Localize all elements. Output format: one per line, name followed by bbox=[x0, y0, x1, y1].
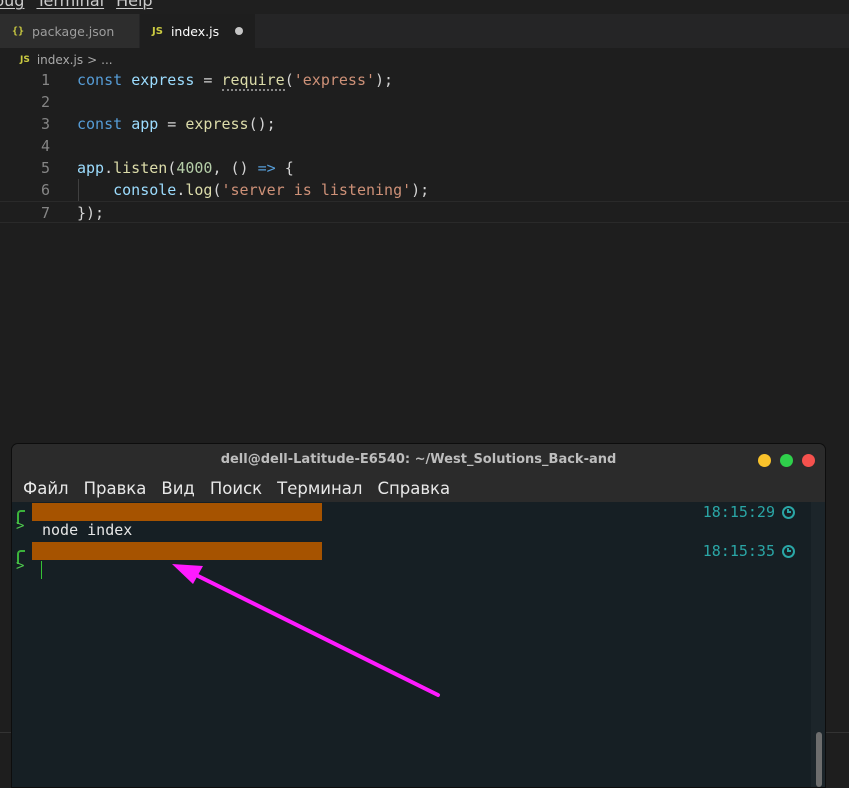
code-token: ( bbox=[284, 71, 294, 89]
code-token: 'server is listening' bbox=[221, 181, 412, 199]
code-token: { bbox=[275, 159, 294, 177]
code-token: = bbox=[158, 115, 186, 133]
clock-icon bbox=[782, 506, 795, 519]
tab-package-json[interactable]: {} package.json bbox=[0, 14, 140, 48]
menu-help[interactable]: Справка bbox=[377, 476, 450, 502]
code-line: 4 bbox=[0, 135, 849, 157]
code-token: (); bbox=[248, 115, 276, 133]
menu-debug[interactable]: bug bbox=[0, 0, 24, 14]
line-number: 5 bbox=[40, 159, 50, 177]
code-line: 5 app.listen(4000, () => { bbox=[0, 157, 849, 179]
minimize-button[interactable] bbox=[758, 454, 771, 467]
code-token: }); bbox=[77, 204, 105, 222]
code-token: express bbox=[131, 71, 195, 89]
menu-edit[interactable]: Правка bbox=[84, 476, 147, 502]
code-line: 1 const express = require('express'); bbox=[0, 69, 849, 91]
terminal-titlebar[interactable]: dell@dell-Latitude-E6540: ~/West_Solutio… bbox=[12, 444, 825, 476]
app-menubar: bug Terminal Help bbox=[0, 0, 849, 14]
prompt-arrow-icon: > bbox=[16, 518, 25, 534]
redacted-prompt bbox=[32, 503, 322, 521]
line-number: 2 bbox=[40, 93, 50, 111]
code-token: => bbox=[257, 159, 276, 177]
code-token: ( bbox=[167, 159, 177, 177]
menu-file[interactable]: Файл bbox=[23, 476, 69, 502]
code-line: 2 bbox=[0, 91, 849, 113]
json-file-icon: {} bbox=[12, 25, 25, 37]
tab-label: package.json bbox=[32, 23, 115, 39]
scrollbar-thumb[interactable] bbox=[816, 732, 822, 787]
window-controls bbox=[758, 454, 815, 467]
code-token: listen bbox=[113, 159, 168, 177]
js-file-icon: JS bbox=[20, 55, 30, 65]
line-number: 7 bbox=[40, 204, 50, 222]
unsaved-dot-icon[interactable] bbox=[235, 27, 243, 35]
clock-icon bbox=[782, 545, 795, 558]
code-token: 'express' bbox=[293, 71, 376, 89]
menu-terminal[interactable]: Terminal bbox=[36, 0, 104, 14]
code-token: log bbox=[185, 181, 213, 199]
text-cursor bbox=[41, 561, 42, 579]
timestamp: 18:15:35 bbox=[702, 542, 775, 560]
code-token: app bbox=[131, 115, 159, 133]
tab-index-js[interactable]: JS index.js bbox=[140, 14, 256, 48]
line-number: 3 bbox=[40, 115, 50, 133]
redacted-prompt bbox=[32, 542, 322, 560]
timestamp: 18:15:29 bbox=[702, 503, 775, 521]
js-file-icon: JS bbox=[152, 25, 163, 37]
code-line: 3 const app = express(); bbox=[0, 113, 849, 135]
terminal-title: dell@dell-Latitude-E6540: ~/West_Solutio… bbox=[220, 452, 617, 467]
code-token: ); bbox=[375, 71, 394, 89]
code-token: . bbox=[104, 159, 114, 177]
code-editor[interactable]: 1 const express = require('express'); 2 … bbox=[0, 68, 849, 448]
menu-search[interactable]: Поиск bbox=[210, 476, 262, 502]
maximize-button[interactable] bbox=[780, 454, 793, 467]
code-token: console bbox=[113, 181, 177, 199]
breadcrumb-more[interactable]: ... bbox=[101, 53, 112, 67]
editor-tab-bar: {} package.json JS index.js bbox=[0, 14, 849, 48]
line-number: 1 bbox=[40, 71, 50, 89]
code-token: const bbox=[77, 71, 123, 89]
code-token: , () bbox=[212, 159, 258, 177]
code-token: 4000 bbox=[176, 159, 213, 177]
indent-guide bbox=[78, 179, 79, 201]
line-number: 4 bbox=[40, 137, 50, 155]
code-token: require bbox=[221, 71, 285, 91]
terminal-menubar: Файл Правка Вид Поиск Терминал Справка bbox=[12, 476, 825, 502]
prompt-arrow-icon: > bbox=[16, 558, 25, 574]
code-token: ); bbox=[411, 181, 430, 199]
code-line: 6 console.log('server is listening'); bbox=[0, 179, 849, 201]
terminal-output[interactable]: > node index 18:15:29 > 18:15:35 bbox=[12, 502, 825, 787]
code-token: const bbox=[77, 115, 123, 133]
breadcrumb-file[interactable]: index.js bbox=[37, 53, 83, 67]
menu-terminal[interactable]: Терминал bbox=[277, 476, 362, 502]
code-token: app bbox=[77, 159, 105, 177]
menu-help[interactable]: Help bbox=[116, 0, 152, 14]
breadcrumb-separator: > bbox=[87, 53, 98, 67]
code-token: express bbox=[185, 115, 249, 133]
close-button[interactable] bbox=[802, 454, 815, 467]
tab-label: index.js bbox=[170, 23, 220, 39]
code-token: ( bbox=[212, 181, 222, 199]
menu-view[interactable]: Вид bbox=[161, 476, 194, 502]
terminal-window[interactable]: dell@dell-Latitude-E6540: ~/West_Solutio… bbox=[12, 444, 825, 787]
line-number: 6 bbox=[40, 181, 50, 199]
code-token: = bbox=[194, 71, 222, 89]
breadcrumb: JS index.js > ... bbox=[20, 51, 113, 69]
terminal-command: node index bbox=[42, 521, 133, 539]
code-line-current: 7 }); bbox=[0, 201, 849, 223]
